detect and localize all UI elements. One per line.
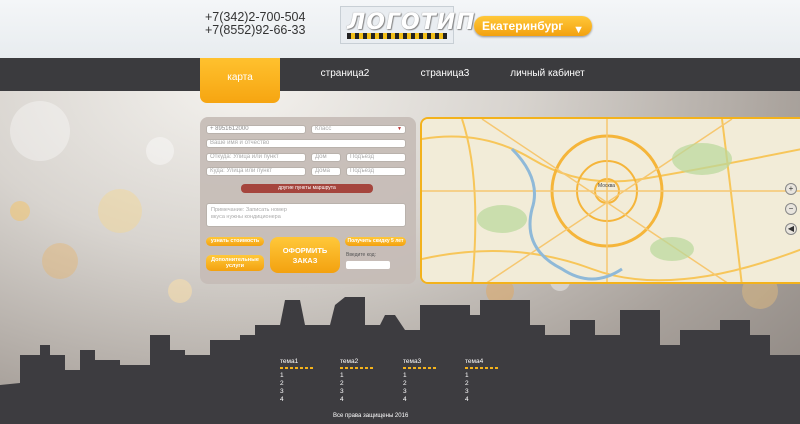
header: +7(342)2-700-504 +7(8552)92-66-33 ЛОГОТИ… [0, 0, 800, 58]
zoom-out-icon[interactable]: − [785, 203, 797, 215]
phone-2[interactable]: +7(8552)92-66-33 [205, 24, 305, 37]
footer-link[interactable]: 3 [280, 388, 314, 396]
footer-link[interactable]: 1 [280, 372, 314, 380]
from-house-field[interactable]: Дом [311, 153, 341, 162]
footer-link[interactable]: 2 [465, 380, 499, 388]
city-map[interactable]: Москва + − ◀ [420, 117, 800, 284]
footer-column-title: тема2 [340, 358, 359, 365]
footer-link[interactable]: 2 [340, 380, 374, 388]
navigate-icon[interactable]: ◀ [785, 223, 797, 235]
footer-column-1: тема1 1 2 3 4 [280, 358, 314, 404]
add-route-points-button[interactable]: другие пункты маршрута [241, 184, 373, 193]
divider [403, 367, 437, 369]
code-field[interactable] [346, 261, 390, 269]
nav-item-page2[interactable]: страница2 [315, 58, 375, 91]
name-field[interactable]: Ваше имя и отчество [206, 139, 406, 148]
city-select-button[interactable]: Екатеринбург ▼ [474, 16, 592, 36]
chevron-down-icon: ▼ [397, 126, 402, 132]
nav-item-account[interactable]: личный кабинет [505, 58, 590, 91]
footer-link[interactable]: 1 [465, 372, 499, 380]
footer-column-3: тема3 1 2 3 4 [403, 358, 437, 404]
chevron-down-icon: ▼ [573, 24, 584, 36]
divider [280, 367, 314, 369]
to-entrance-field[interactable]: Подъезд [346, 167, 406, 176]
divider [340, 367, 374, 369]
checker-stripe [347, 33, 447, 39]
footer-link[interactable]: 2 [403, 380, 437, 388]
from-address-field[interactable]: Откуда: Улица или пункт [206, 153, 306, 162]
calculate-cost-button[interactable]: узнать стоимость [206, 237, 264, 246]
footer-column-title: тема4 [465, 358, 484, 365]
footer-column-title: тема1 [280, 358, 299, 365]
phone-numbers: +7(342)2-700-504 +7(8552)92-66-33 [205, 11, 305, 37]
main-nav: карта страница2 страница3 личный кабинет [0, 58, 800, 103]
footer-link[interactable]: 4 [465, 396, 499, 404]
place-order-button[interactable]: ОФОРМИТЬ ЗАКАЗ [270, 237, 340, 273]
footer-link[interactable]: 4 [280, 396, 314, 404]
code-label: Введите код: [346, 252, 376, 258]
map-roads [422, 119, 800, 282]
comment-field[interactable]: Примечание: Записать номер вкуса нужны к… [206, 203, 406, 227]
get-discount-button[interactable]: Получить скидку 5 лет [345, 237, 406, 246]
to-house-field[interactable]: Дома [311, 167, 341, 176]
from-entrance-field[interactable]: Подъезд [346, 153, 406, 162]
nav-item-page3[interactable]: страница3 [415, 58, 475, 91]
city-skyline [0, 297, 800, 424]
footer-column-title: тема3 [403, 358, 422, 365]
city-label: Екатеринбург [482, 19, 564, 33]
footer-link[interactable]: 1 [340, 372, 374, 380]
logo-text: ЛОГОТИП [347, 10, 476, 35]
extra-services-button[interactable]: Дополнительные услуги [206, 255, 264, 271]
to-address-field[interactable]: Куда: Улица или пункт [206, 167, 306, 176]
footer-link[interactable]: 3 [465, 388, 499, 396]
logo[interactable]: ЛОГОТИП [340, 6, 475, 44]
footer-column-2: тема2 1 2 3 4 [340, 358, 374, 404]
footer-link[interactable]: 2 [280, 380, 314, 388]
class-select-value: Класс [315, 126, 332, 132]
footer-link[interactable]: 3 [340, 388, 374, 396]
map-city-label: Москва [598, 183, 616, 189]
footer-link[interactable]: 4 [340, 396, 374, 404]
zoom-in-icon[interactable]: + [785, 183, 797, 195]
order-form: + 8951612000 Класс ▼ Ваше имя и отчество… [200, 117, 416, 284]
footer-link[interactable]: 3 [403, 388, 437, 396]
copyright: Все права защищены 2016 [333, 413, 409, 419]
phone-field[interactable]: + 8951612000 [206, 125, 306, 134]
divider [465, 367, 499, 369]
footer-link[interactable]: 4 [403, 396, 437, 404]
class-select[interactable]: Класс ▼ [311, 125, 406, 134]
footer-link[interactable]: 1 [403, 372, 437, 380]
footer-column-4: тема4 1 2 3 4 [465, 358, 499, 404]
